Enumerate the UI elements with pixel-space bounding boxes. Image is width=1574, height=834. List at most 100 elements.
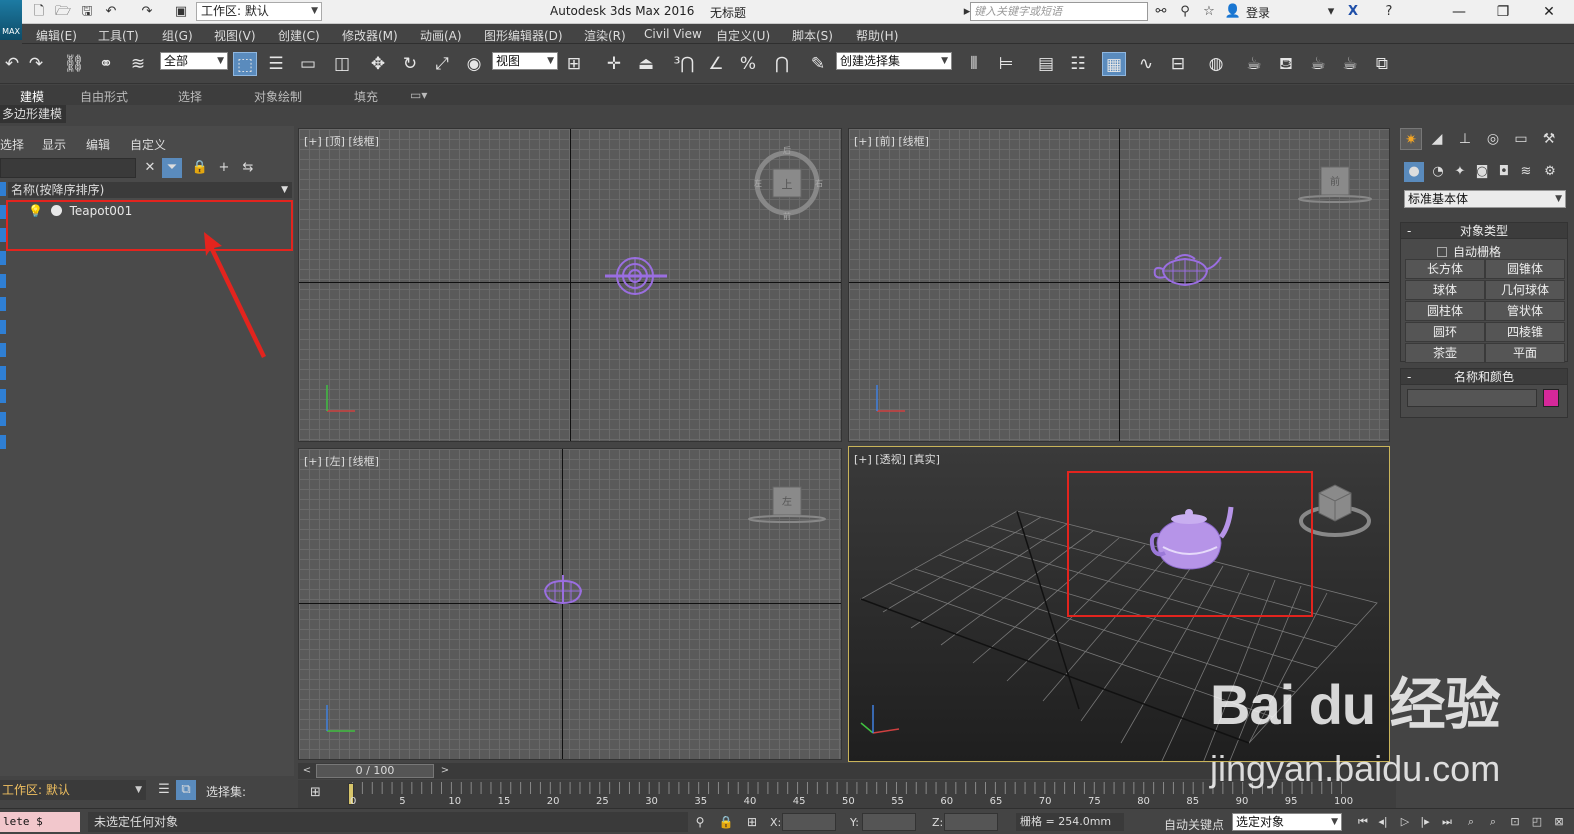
side-tool-icon[interactable] [0, 182, 6, 196]
rollout-header[interactable]: - 名称和颜色 [1401, 369, 1567, 385]
teapot-left-wireframe[interactable] [541, 573, 585, 607]
tab-freeform[interactable]: 自由形式 [80, 88, 128, 105]
login-link[interactable]: 登录 [1246, 4, 1270, 21]
tab-selection[interactable]: 选择 [178, 88, 202, 105]
transform-mode-icon[interactable]: ⊞ [744, 814, 760, 830]
snaps-toggle-icon[interactable]: ³⋂ [672, 52, 696, 76]
menu-item[interactable]: 视图(V) [214, 27, 256, 44]
menu-item[interactable]: 工具(T) [98, 27, 139, 44]
tab-populate[interactable]: 填充 [354, 88, 378, 105]
project-folder-icon[interactable]: ▣ [172, 3, 190, 21]
menu-item[interactable]: Civil View [644, 27, 702, 41]
hierarchy-icon[interactable]: ⧉ [176, 780, 196, 800]
pivot-center-icon[interactable]: ⊞ [562, 52, 586, 76]
link-icon[interactable]: ⛓ [62, 52, 86, 76]
geometry-icon[interactable]: ● [1404, 162, 1424, 182]
viewcube[interactable]: 前 [1295, 163, 1375, 207]
side-tool-icon[interactable] [0, 343, 6, 357]
workspace-dropdown[interactable]: 工作区: 默认 ▼ [0, 780, 146, 800]
reference-coordinate-dropdown[interactable]: 视图 ▼ [492, 52, 558, 70]
viewcube[interactable]: 上 后 前 左 右 [751, 145, 827, 223]
render-setup-icon[interactable]: ☕ [1242, 52, 1266, 76]
maxscript-listener[interactable]: lete $ [0, 812, 80, 832]
schematic-view-icon[interactable]: ⊟ [1166, 52, 1190, 76]
help-icon[interactable]: ? [1380, 3, 1398, 21]
next-key-icon[interactable]: |▸ [1416, 814, 1434, 830]
app-logo[interactable]: MAX [0, 0, 22, 40]
side-tool-icon[interactable] [0, 320, 6, 334]
cameras-icon[interactable]: ◙ [1472, 162, 1492, 182]
undo-icon[interactable]: ↶ [102, 3, 120, 21]
percent-snap-icon[interactable]: % [736, 52, 760, 76]
select-by-name-icon[interactable]: ☰ [264, 52, 288, 76]
menu-item[interactable]: 修改器(M) [342, 27, 398, 44]
tab-modeling[interactable]: 建模 [20, 88, 44, 105]
toggle-scene-explorer-icon[interactable]: ▤ [1034, 52, 1058, 76]
time-slider-knob[interactable]: 0 / 100 [316, 764, 434, 778]
checkbox-icon[interactable] [1437, 247, 1447, 257]
rendered-frame-window-icon[interactable]: ⛾ [1274, 52, 1298, 76]
explorer-menu-customize[interactable]: 自定义 [130, 136, 166, 153]
viewport-perspective[interactable]: [+] [透视] [真实] [848, 446, 1390, 762]
sphere-button[interactable]: 球体 [1405, 280, 1485, 300]
viewport-left[interactable]: [+] [左] [线框] 左 [298, 448, 842, 760]
torus-button[interactable]: 圆环 [1405, 322, 1485, 342]
unlink-icon[interactable]: ⚭ [94, 52, 118, 76]
menu-item[interactable]: 编辑(E) [36, 27, 77, 44]
window-crossing-icon[interactable]: ◫ [330, 52, 354, 76]
tab-create-icon[interactable]: ✷ [1400, 128, 1422, 150]
tab-display-icon[interactable]: ▭ [1510, 128, 1532, 150]
layers-icon[interactable]: ☰ [154, 780, 174, 800]
menu-item[interactable]: 脚本(S) [792, 27, 833, 44]
subscription-icon[interactable]: ⚲ [1176, 3, 1194, 21]
user-icon[interactable]: 👤 [1224, 3, 1242, 21]
maximize-button[interactable]: ❐ [1488, 2, 1518, 22]
geosphere-button[interactable]: 几何球体 [1485, 280, 1565, 300]
bind-space-warp-icon[interactable]: ≋ [126, 52, 150, 76]
exchange-x-icon[interactable]: X [1344, 3, 1362, 21]
object-color-swatch[interactable] [1543, 389, 1559, 407]
select-manipulate-icon[interactable]: ✛ [602, 52, 626, 76]
toggle-ribbon-icon[interactable]: ▦ [1102, 52, 1126, 76]
redo-icon[interactable]: ↷ [138, 3, 156, 21]
lights-icon[interactable]: ✦ [1450, 162, 1470, 182]
tube-button[interactable]: 管状体 [1485, 301, 1565, 321]
side-tool-icon[interactable] [0, 366, 6, 380]
tab-utilities-icon[interactable]: ⚒ [1538, 128, 1560, 150]
ribbon-options-icon[interactable]: ▭▾ [410, 88, 427, 102]
menu-item[interactable]: 创建(C) [278, 27, 320, 44]
z-coordinate-field[interactable] [944, 813, 998, 831]
maximize-viewport-icon[interactable]: ⊠ [1550, 814, 1568, 830]
tab-hierarchy-icon[interactable]: ⊥ [1454, 128, 1476, 150]
add-icon[interactable]: + [214, 158, 234, 178]
next-frame-icon[interactable]: > [438, 763, 452, 779]
explorer-search-input[interactable] [0, 158, 136, 178]
scale-icon[interactable]: ⤢ [430, 52, 454, 76]
named-selection-dropdown[interactable]: 创建选择集 ▼ [836, 52, 952, 70]
align-icon[interactable]: ⊨ [994, 52, 1018, 76]
helpers-icon[interactable]: ◘ [1494, 162, 1514, 182]
viewport-top[interactable]: [+] [顶] [线框] 上 后 前 左 右 [298, 128, 842, 442]
x-coordinate-field[interactable] [782, 813, 836, 831]
open-file-icon[interactable]: 🗁 [54, 3, 72, 21]
zoom-icon[interactable]: ⌕ [1462, 814, 1480, 830]
menu-item[interactable]: 渲染(R) [584, 27, 626, 44]
viewport-label[interactable]: [+] [前] [线框] [854, 133, 929, 149]
rectangular-selection-icon[interactable]: ▭ [296, 52, 320, 76]
redo-icon[interactable]: ↷ [24, 52, 48, 76]
render-a360-icon[interactable]: ⧉ [1370, 52, 1394, 76]
plane-button[interactable]: 平面 [1485, 343, 1565, 363]
filter-icon[interactable]: ⏷ [162, 158, 182, 178]
explorer-menu-display[interactable]: 显示 [42, 136, 66, 153]
placement-icon[interactable]: ◉ [462, 52, 486, 76]
explorer-menu-edit[interactable]: 编辑 [86, 136, 110, 153]
tab-object-paint[interactable]: 对象绘制 [254, 88, 302, 105]
search-input[interactable]: 键入关键字或短语 [970, 2, 1148, 21]
autogrid-checkbox[interactable]: 自动栅格 [1437, 243, 1501, 260]
polygon-modeling-label[interactable]: 多边形建模 [0, 105, 66, 123]
curve-editor-icon[interactable]: ∿ [1134, 52, 1158, 76]
edit-named-selection-icon[interactable]: ✎ [806, 52, 830, 76]
workspace-selector[interactable]: 工作区: 默认 ▼ [196, 2, 322, 21]
pin-icon[interactable]: ⚲ [692, 814, 708, 830]
viewport-label[interactable]: [+] [左] [线框] [304, 453, 379, 469]
